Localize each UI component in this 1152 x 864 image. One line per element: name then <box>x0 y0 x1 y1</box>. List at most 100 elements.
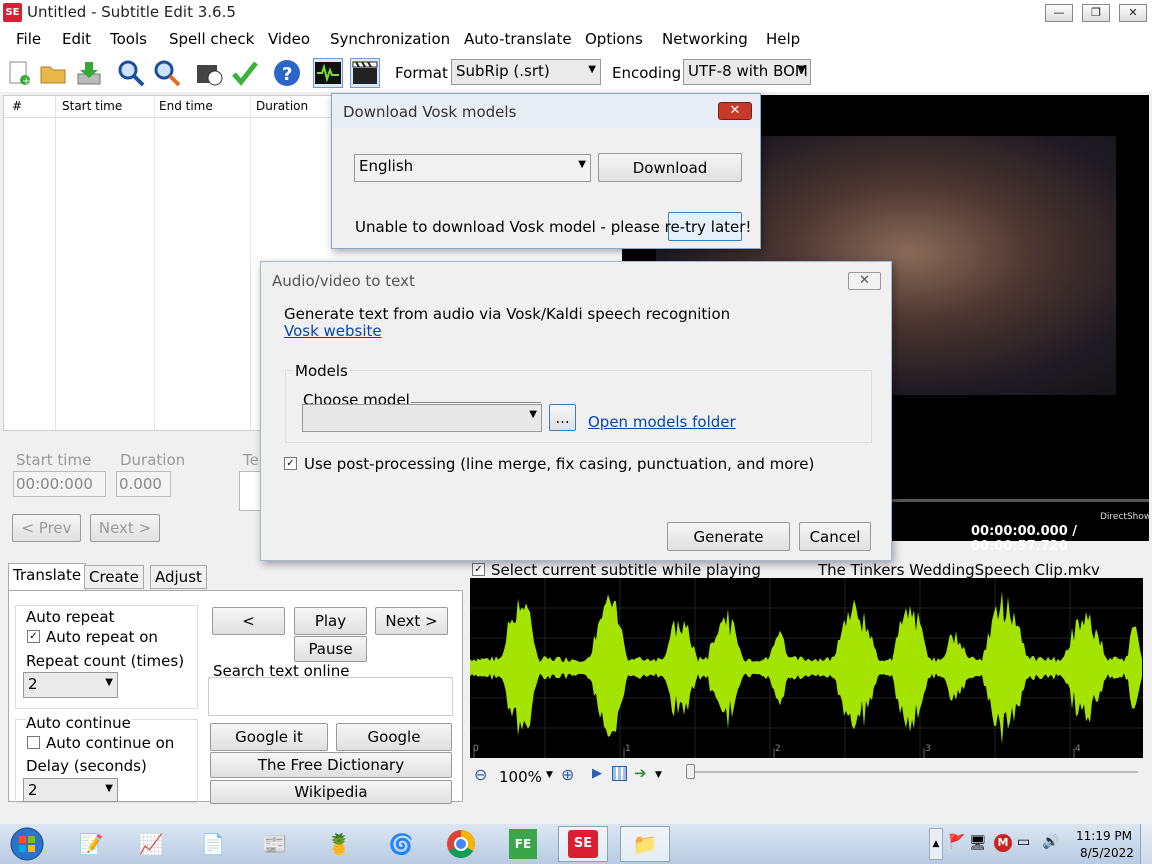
clock-date[interactable]: 8/5/2022 <box>1080 846 1134 860</box>
post-processing-checkbox[interactable]: ✓ <box>284 457 297 470</box>
vosk-website-link[interactable]: Vosk website <box>284 322 382 340</box>
reader-app-icon[interactable]: 📰 <box>250 826 300 862</box>
menu-synchronization[interactable]: Synchronization <box>330 30 450 48</box>
show-desktop-button[interactable] <box>1140 824 1152 864</box>
monitor-icon[interactable]: 🖥 <box>969 835 987 851</box>
next-line-button[interactable]: Next > <box>375 607 448 635</box>
play-icon[interactable]: ▶ <box>592 766 602 781</box>
language-select[interactable]: English ▼ <box>354 154 591 182</box>
menu-bar: File Edit Tools Spell check Video Synchr… <box>0 26 1152 52</box>
clock-time[interactable]: 11:19 PM <box>1076 829 1132 843</box>
video-icon[interactable] <box>350 58 380 88</box>
chevron-down-icon: ▼ <box>105 783 113 794</box>
close-icon[interactable]: ✕ <box>718 102 752 120</box>
column-duration[interactable]: Duration <box>256 99 308 113</box>
waveform[interactable]: 0 1 2 3 4 <box>470 578 1143 758</box>
pause-button[interactable]: Pause <box>294 636 367 662</box>
chart-app-icon[interactable]: 📈 <box>126 826 176 862</box>
wikipedia-button[interactable]: Wikipedia <box>210 780 452 804</box>
text-box[interactable] <box>239 471 261 511</box>
start-time-input[interactable]: 00:00:000 <box>13 471 106 497</box>
close-button[interactable]: ✕ <box>1119 4 1147 22</box>
menu-tools[interactable]: Tools <box>110 30 147 48</box>
menu-video[interactable]: Video <box>268 30 310 48</box>
find-icon[interactable] <box>116 58 146 88</box>
menu-file[interactable]: File <box>16 30 41 48</box>
chevron-down-icon: ▼ <box>529 409 537 420</box>
next-button[interactable]: Next > <box>90 514 160 542</box>
play-button[interactable]: Play <box>294 607 367 635</box>
replace-icon[interactable] <box>152 58 182 88</box>
tab-adjust[interactable]: Adjust <box>150 565 207 589</box>
open-models-folder-link[interactable]: Open models folder <box>588 413 736 431</box>
spellcheck-icon[interactable] <box>230 58 260 88</box>
model-select[interactable]: ▼ <box>302 404 542 432</box>
explorer-icon[interactable]: 📁 <box>620 826 670 862</box>
grid-icon[interactable] <box>612 766 627 781</box>
display-icon[interactable]: ▭ <box>1017 834 1030 850</box>
free-dictionary-button[interactable]: The Free Dictionary <box>210 752 452 778</box>
waveform-icon[interactable] <box>313 58 343 88</box>
minimize-button[interactable]: — <box>1045 4 1073 22</box>
new-icon[interactable]: + <box>4 58 34 88</box>
maximize-button[interactable]: ❐ <box>1082 4 1110 22</box>
help-icon[interactable]: ? <box>272 58 302 88</box>
delay-label: Delay (seconds) <box>26 757 147 775</box>
column-start-time[interactable]: Start time <box>62 99 122 113</box>
waveform-tick: 4 <box>1075 744 1081 754</box>
zoom-value[interactable]: 100% <box>499 768 542 786</box>
show-hidden-icons-button[interactable]: ▲ <box>929 828 943 860</box>
google-translate-button[interactable]: Google <box>336 723 452 751</box>
chevron-down-icon[interactable]: ▼ <box>546 770 553 780</box>
select-current-subtitle-checkbox[interactable]: ✓ <box>472 563 485 576</box>
search-online-input[interactable] <box>208 677 453 716</box>
column-number[interactable]: # <box>12 99 22 113</box>
menu-auto-translate[interactable]: Auto-translate <box>464 30 572 48</box>
zoom-in-icon[interactable]: ⊕ <box>561 765 574 784</box>
repeat-count-select[interactable]: 2 ▼ <box>23 672 118 698</box>
slider-handle[interactable] <box>686 764 695 779</box>
chrome-icon[interactable] <box>436 826 486 862</box>
close-icon[interactable]: ✕ <box>848 272 881 290</box>
auto-continue-checkbox[interactable] <box>27 736 40 749</box>
chevron-down-icon[interactable]: ▼ <box>655 770 662 780</box>
menu-options[interactable]: Options <box>585 30 643 48</box>
browse-button[interactable]: ... <box>549 404 576 431</box>
generate-button[interactable]: Generate <box>667 522 790 551</box>
position-slider[interactable] <box>690 771 1138 773</box>
prev-line-button[interactable]: < <box>212 607 285 635</box>
document-app-icon[interactable]: 📄 <box>188 826 238 862</box>
subtitle-edit-taskbar-icon[interactable]: SE <box>558 826 608 862</box>
start-button[interactable] <box>0 826 54 862</box>
download-button[interactable]: Download <box>598 153 742 182</box>
column-end-time[interactable]: End time <box>159 99 213 113</box>
menu-spell-check[interactable]: Spell check <box>169 30 254 48</box>
network-icon[interactable]: 🚩 <box>948 834 965 850</box>
open-icon[interactable] <box>38 58 68 88</box>
delay-select[interactable]: 2 ▼ <box>23 778 118 802</box>
tab-translate[interactable]: Translate <box>8 563 87 591</box>
audio-app-icon[interactable]: 🌀 <box>376 826 426 862</box>
forward-icon[interactable]: ➔ <box>634 764 647 782</box>
format-select[interactable]: SubRip (.srt) ▼ <box>451 59 601 85</box>
zoom-out-icon[interactable]: ⊖ <box>474 765 487 784</box>
prev-button[interactable]: < Prev <box>12 514 81 542</box>
auto-repeat-checkbox[interactable]: ✓ <box>27 630 40 643</box>
menu-edit[interactable]: Edit <box>62 30 91 48</box>
duration-label: Duration <box>120 451 186 469</box>
tab-create[interactable]: Create <box>84 565 144 589</box>
download-icon[interactable] <box>74 58 104 88</box>
encoding-select[interactable]: UTF-8 with BOM ▼ <box>683 59 811 85</box>
repeat-count-value: 2 <box>28 675 38 693</box>
menu-networking[interactable]: Networking <box>662 30 748 48</box>
antivirus-icon[interactable]: M <box>994 834 1012 852</box>
duration-input[interactable]: 0.000 <box>116 471 171 497</box>
menu-help[interactable]: Help <box>766 30 800 48</box>
file-explorer-green-icon[interactable]: FE <box>498 826 548 862</box>
google-it-button[interactable]: Google it <box>210 723 328 751</box>
visual-sync-icon[interactable] <box>194 58 224 88</box>
volume-icon[interactable]: 🔊 <box>1042 834 1059 850</box>
pineapple-app-icon[interactable]: 🍍 <box>314 826 364 862</box>
notepad-icon[interactable]: 📝 <box>66 826 116 862</box>
cancel-button[interactable]: Cancel <box>799 522 871 551</box>
